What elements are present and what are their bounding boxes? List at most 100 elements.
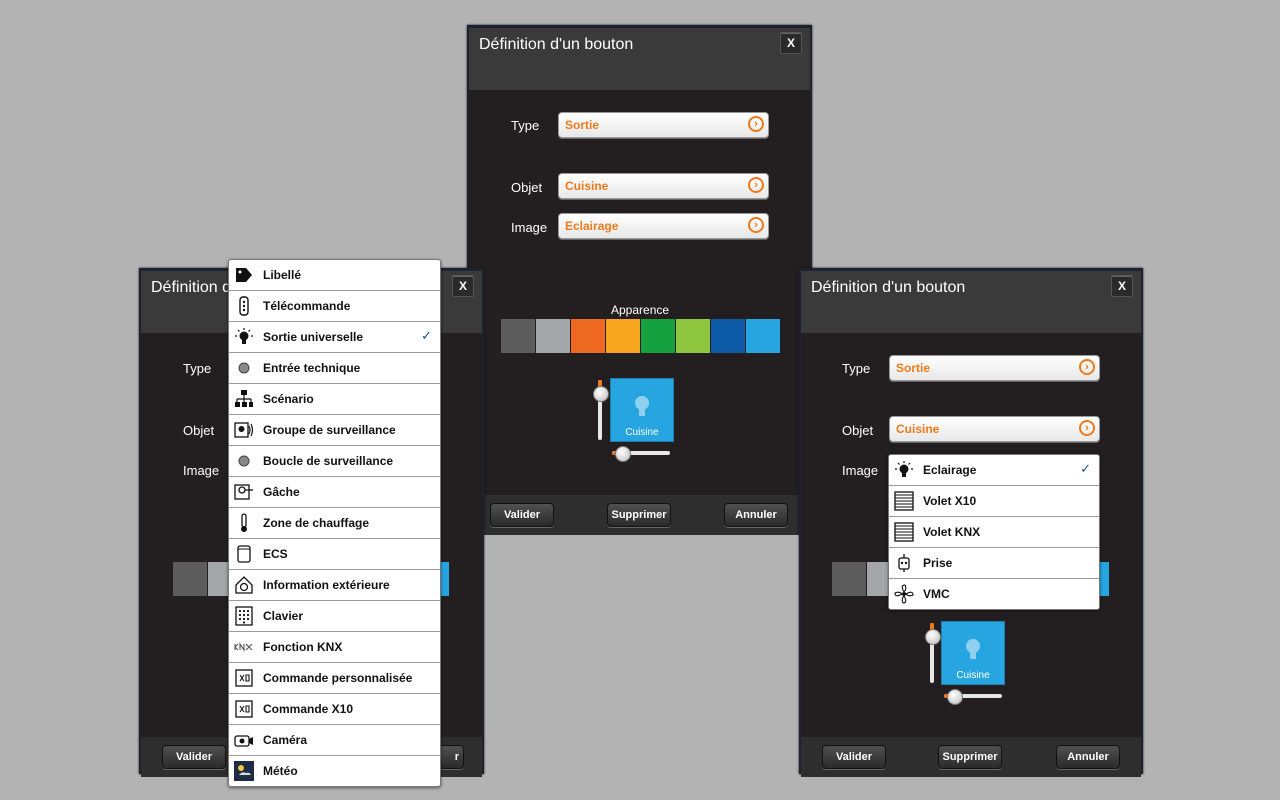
- menu-item[interactable]: Information extérieure: [229, 570, 440, 601]
- objet-label: Objet: [842, 423, 874, 438]
- menu-item-label: Caméra: [263, 733, 308, 747]
- vertical-slider-knob[interactable]: [925, 629, 941, 645]
- objet-field[interactable]: Cuisine ›: [558, 173, 769, 199]
- valider-button[interactable]: Valider: [162, 745, 226, 769]
- annuler-button[interactable]: Annuler: [1056, 745, 1120, 769]
- menu-item[interactable]: ECS: [229, 539, 440, 570]
- menu-item[interactable]: Boucle de surveillance: [229, 446, 440, 477]
- close-button[interactable]: X: [1111, 275, 1133, 297]
- dialog-header: Définition d'un bouton X: [801, 271, 1141, 333]
- menu-item[interactable]: Fonction KNX: [229, 632, 440, 663]
- dialog-footer: Valider Supprimer Annuler: [801, 737, 1141, 777]
- menu-item[interactable]: Volet X10: [889, 486, 1099, 517]
- menu-item-label: Commande personnalisée: [263, 671, 413, 685]
- supprimer-button[interactable]: Supprimer: [938, 745, 1002, 769]
- type-field[interactable]: Sortie ›: [558, 112, 769, 138]
- vertical-slider-knob[interactable]: [593, 386, 609, 402]
- center-dialog: Définition d'un bouton X Type Sortie › O…: [467, 25, 812, 535]
- color-swatch[interactable]: [606, 319, 640, 353]
- type-value: Sortie: [565, 118, 600, 132]
- objet-value: Cuisine: [565, 179, 609, 193]
- menu-item[interactable]: Sortie universelle ✓: [229, 322, 440, 353]
- preview-tile[interactable]: Cuisine: [610, 378, 674, 442]
- objet-field[interactable]: Cuisine ›: [889, 416, 1100, 442]
- menu-item-label: Boucle de surveillance: [263, 454, 394, 468]
- menu-item-label: Prise: [923, 556, 953, 570]
- menu-item[interactable]: Caméra: [229, 725, 440, 756]
- objet-label: Objet: [511, 180, 543, 195]
- menu-item[interactable]: Clavier: [229, 601, 440, 632]
- horizontal-slider-knob[interactable]: [615, 446, 631, 462]
- check-icon: ✓: [1080, 461, 1091, 476]
- color-swatch[interactable]: [1099, 562, 1109, 596]
- valider-button[interactable]: Valider: [490, 503, 554, 527]
- image-menu: Eclairage ✓ Volet X10 Volet KNX Prise VMC: [888, 454, 1100, 610]
- chevron-right-icon[interactable]: ›: [748, 177, 764, 193]
- color-swatch[interactable]: [832, 562, 866, 596]
- chevron-right-icon[interactable]: ›: [748, 217, 764, 233]
- menu-item[interactable]: Libellé: [229, 260, 440, 291]
- menu-item[interactable]: Zone de chauffage: [229, 508, 440, 539]
- menu-item[interactable]: Prise: [889, 548, 1099, 579]
- menu-item[interactable]: Commande X10: [229, 694, 440, 725]
- type-field[interactable]: Sortie ›: [889, 355, 1100, 381]
- menu-item-label: Volet X10: [923, 494, 977, 508]
- color-swatch[interactable]: [501, 319, 535, 353]
- menu-item-label: Commande X10: [263, 702, 354, 716]
- dialog-title: Définition d'un bouton: [479, 36, 634, 53]
- menu-item[interactable]: Météo: [229, 756, 440, 786]
- tag-icon: [234, 265, 254, 285]
- color-swatch[interactable]: [746, 319, 780, 353]
- supprimer-button[interactable]: Supprimer: [607, 503, 671, 527]
- bulb-icon: [234, 327, 254, 347]
- valider-button[interactable]: Valider: [822, 745, 886, 769]
- type-menu: Libellé Télécommande Sortie universelle ✓ En…: [228, 259, 441, 787]
- menu-item-label: Météo: [263, 764, 298, 778]
- close-button[interactable]: X: [780, 32, 802, 54]
- menu-item[interactable]: Volet KNX: [889, 517, 1099, 548]
- weather-icon: [234, 761, 254, 781]
- menu-item[interactable]: Eclairage ✓: [889, 455, 1099, 486]
- menu-item[interactable]: Gâche: [229, 477, 440, 508]
- bulb-icon: [894, 460, 914, 480]
- menu-item[interactable]: Entrée technique: [229, 353, 440, 384]
- type-value: Sortie: [896, 361, 931, 375]
- image-field[interactable]: Eclairage ›: [558, 213, 769, 239]
- color-swatch[interactable]: [571, 319, 605, 353]
- tank-icon: [234, 544, 254, 564]
- chevron-right-icon[interactable]: ›: [748, 116, 764, 132]
- menu-item[interactable]: Commande personnalisée: [229, 663, 440, 694]
- menu-item[interactable]: Télécommande: [229, 291, 440, 322]
- chevron-right-icon[interactable]: ›: [1079, 359, 1095, 375]
- type-label: Type: [842, 361, 871, 376]
- chevron-right-icon[interactable]: ›: [1079, 420, 1095, 436]
- color-swatch[interactable]: [536, 319, 570, 353]
- color-swatch[interactable]: [711, 319, 745, 353]
- preview-tile[interactable]: Cuisine: [941, 621, 1005, 685]
- x10-icon: [234, 699, 254, 719]
- close-button[interactable]: X: [452, 275, 474, 297]
- color-swatch[interactable]: [676, 319, 710, 353]
- menu-item[interactable]: VMC: [889, 579, 1099, 609]
- image-label: Image: [183, 463, 220, 478]
- alarm-icon: [234, 420, 254, 440]
- menu-item-label: VMC: [923, 587, 950, 601]
- menu-item-label: Information extérieure: [263, 578, 390, 592]
- menu-item-label: Télécommande: [263, 299, 351, 313]
- menu-item-label: Clavier: [263, 609, 304, 623]
- color-swatch[interactable]: [641, 319, 675, 353]
- tree-icon: [234, 389, 254, 409]
- menu-item-label: Gâche: [263, 485, 300, 499]
- type-label: Type: [511, 118, 540, 133]
- color-swatch[interactable]: [867, 562, 889, 596]
- menu-item[interactable]: Groupe de surveillance: [229, 415, 440, 446]
- dialog-title: Définition d'un bouton: [811, 279, 966, 296]
- menu-item[interactable]: Scénario: [229, 384, 440, 415]
- x10-icon: [234, 668, 254, 688]
- horizontal-slider-knob[interactable]: [947, 689, 963, 705]
- color-swatch[interactable]: [173, 562, 207, 596]
- annuler-button[interactable]: Annuler: [724, 503, 788, 527]
- house-info-icon: [234, 575, 254, 595]
- menu-item-label: Groupe de surveillance: [263, 423, 396, 437]
- objet-value: Cuisine: [896, 422, 940, 436]
